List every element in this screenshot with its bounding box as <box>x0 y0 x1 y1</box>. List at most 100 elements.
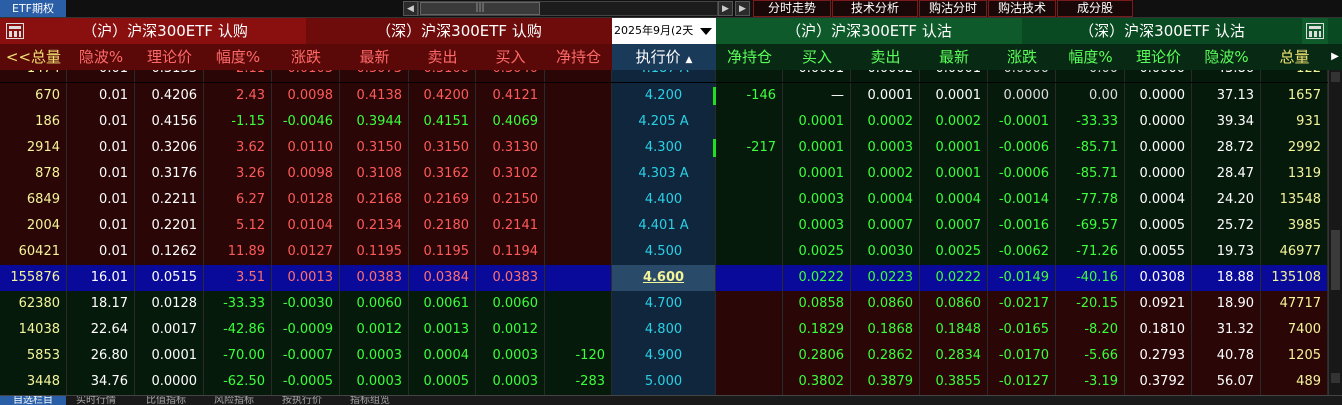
tab-call-put-technical[interactable]: 购沽技术 <box>988 0 1056 17</box>
strike-price[interactable]: 4.700 <box>612 291 716 317</box>
strike-price[interactable]: 4.900 <box>612 343 716 369</box>
tab-call-put-intraday[interactable]: 购沽分时 <box>919 0 987 17</box>
put-header-net-position[interactable]: 净持仓 <box>716 44 783 70</box>
put-change: -0.0170 <box>988 343 1056 369</box>
put-net-position <box>716 343 783 369</box>
put-change-pct: 0.00 <box>1056 70 1125 82</box>
table-row[interactable]: 5853 26.80 0.0001 -70.00 -0.0007 0.0003 0.0004… <box>0 343 1342 369</box>
call-change: 0.0127 <box>272 239 340 265</box>
tab-constituents[interactable]: 成分股 <box>1057 0 1133 17</box>
scroll-right-button[interactable]: ▶ <box>718 1 733 16</box>
put-theo-price: 0.0000 <box>1125 135 1192 161</box>
call-change: 0.0128 <box>272 187 340 213</box>
scroll-down-button[interactable] <box>1331 373 1340 383</box>
call-theo-price: 0.2211 <box>135 187 204 213</box>
put-iv: 18.88 <box>1192 265 1261 291</box>
put-header-last[interactable]: 最新 <box>920 44 988 70</box>
table-row[interactable]: 2914 0.01 0.3206 3.62 0.0110 0.3150 0.3150 0.31… <box>0 135 1342 161</box>
tab-technical-analysis[interactable]: 技术分析 <box>832 0 918 17</box>
call-change: -0.0005 <box>272 369 340 395</box>
strike-price[interactable]: 4.205 A <box>612 109 716 135</box>
table-row[interactable]: 3448 34.76 0.0000 -62.50 -0.0005 0.0003 0.0005… <box>0 369 1342 395</box>
call-theo-price: 0.3206 <box>135 135 204 161</box>
vertical-scrollbar[interactable] <box>1328 70 1342 395</box>
put-header-bid[interactable]: 买入 <box>783 44 851 70</box>
table-row[interactable]: 6849 0.01 0.2211 6.27 0.0128 0.2168 0.2169 0.21… <box>0 187 1342 213</box>
put-iv: 19.73 <box>1192 239 1261 265</box>
put-header-volume[interactable]: 总量 <box>1261 44 1328 70</box>
put-ask: 0.0002 <box>851 70 920 82</box>
table-row[interactable]: 60421 0.01 0.1262 11.89 0.0127 0.1195 0.1195 0.… <box>0 239 1342 265</box>
put-header-change-pct[interactable]: 幅度% <box>1056 44 1125 70</box>
scroll-far-right-button[interactable]: ▶ <box>735 1 750 16</box>
table-row[interactable]: 62380 18.17 0.0128 -33.33 -0.0030 0.0060 0.006… <box>0 291 1342 317</box>
expiry-select[interactable]: 2025年9月(2天 <box>612 18 716 44</box>
put-volume: 3985 <box>1261 213 1328 239</box>
call-bid: 0.0012 <box>476 317 545 343</box>
calculator-icon[interactable] <box>1306 23 1324 39</box>
put-change: -0.0062 <box>988 239 1056 265</box>
table-row[interactable]: 155876 16.01 0.0515 3.51 0.0013 0.0383 0.0384 0… <box>0 265 1342 291</box>
call-ask: 0.0061 <box>409 291 476 317</box>
table-row[interactable]: 186 0.01 0.4156 -1.15 -0.0046 0.3944 0.4151 0.4… <box>0 109 1342 135</box>
call-header-change[interactable]: 涨跌 <box>272 44 340 70</box>
put-volume: 1657 <box>1261 83 1328 109</box>
etf-options-tab[interactable]: ETF期权 <box>0 0 66 17</box>
put-header-theo-price[interactable]: 理论价 <box>1125 44 1192 70</box>
call-header-bid[interactable]: 买入 <box>476 44 545 70</box>
strike-price[interactable]: 4.300 <box>612 135 716 161</box>
strike-price[interactable]: 4.303 A <box>612 161 716 187</box>
put-header-iv[interactable]: 隐波% <box>1192 44 1261 70</box>
strike-price[interactable]: 4.401 A <box>612 213 716 239</box>
call-change-pct: 3.62 <box>204 135 272 161</box>
call-change: -0.0007 <box>272 343 340 369</box>
vertical-scroll-thumb[interactable] <box>1331 230 1340 290</box>
table-row[interactable]: 670 0.01 0.4206 2.43 0.0098 0.4138 0.4200 0.412… <box>0 83 1342 109</box>
call-net-position <box>545 70 612 82</box>
put-header-ask[interactable]: 卖出 <box>851 44 920 70</box>
strike-column-header[interactable]: 执行价 ▲ <box>612 44 716 70</box>
call-theo-price: 0.0017 <box>135 317 204 343</box>
call-volume: 155876 <box>0 265 67 291</box>
put-header-change[interactable]: 涨跌 <box>988 44 1056 70</box>
horizontal-scroll-thumb[interactable]: ||| <box>420 2 540 15</box>
call-net-position <box>545 317 612 343</box>
call-theo-price: 0.4156 <box>135 109 204 135</box>
scroll-up-button[interactable] <box>1331 72 1340 82</box>
put-change: -0.0014 <box>988 187 1056 213</box>
call-header-ask[interactable]: 卖出 <box>409 44 476 70</box>
call-header-last[interactable]: 最新 <box>340 44 409 70</box>
strike-price[interactable]: 4.800 <box>612 317 716 343</box>
strike-price[interactable]: 5.000 <box>612 369 716 395</box>
strike-price[interactable]: 4.200 <box>612 83 716 109</box>
call-bid: 0.4121 <box>476 83 545 109</box>
calculator-icon[interactable] <box>6 23 24 39</box>
put-theo-price: 0.0000 <box>1125 161 1192 187</box>
table-row[interactable]: 878 0.01 0.3176 3.26 0.0098 0.3108 0.3162 0.310… <box>0 161 1342 187</box>
header-filler <box>1328 18 1342 44</box>
strike-price[interactable]: 4.600 <box>612 265 716 291</box>
expiry-select-value: 2025年9月(2天 <box>614 24 694 37</box>
call-volume: 670 <box>0 83 67 109</box>
call-header-net-position[interactable]: 净持仓 <box>545 44 612 70</box>
call-header-change-pct[interactable]: 幅度% <box>204 44 272 70</box>
table-row[interactable]: 14038 22.64 0.0017 -42.86 -0.0009 0.0012 0.001… <box>0 317 1342 343</box>
table-row[interactable]: 14740.010.31332.110.01030.30730.31000.30… <box>0 70 1342 82</box>
call-header-volume[interactable]: <<总量 <box>0 44 67 70</box>
call-last: 0.3108 <box>340 161 409 187</box>
strike-price[interactable]: 4.500 <box>612 239 716 265</box>
tab-intraday-chart[interactable]: 分时走势 <box>753 0 831 17</box>
call-change: -0.0030 <box>272 291 340 317</box>
put-net-position <box>716 239 783 265</box>
scroll-left-button[interactable]: ◀ <box>403 1 418 16</box>
call-header-iv[interactable]: 隐波% <box>67 44 135 70</box>
call-ask: 0.2169 <box>409 187 476 213</box>
call-header-theo-price[interactable]: 理论价 <box>135 44 204 70</box>
strike-price[interactable]: 4.400 <box>612 187 716 213</box>
call-bid: 0.0383 <box>476 265 545 291</box>
call-volume: 6849 <box>0 187 67 213</box>
table-row[interactable]: 2004 0.01 0.2201 5.12 0.0104 0.2134 0.2180 0.21… <box>0 213 1342 239</box>
more-columns-arrow[interactable]: ▶ <box>1328 44 1342 70</box>
strike-price[interactable]: 4.187 A <box>612 70 716 82</box>
put-iv: 18.90 <box>1192 291 1261 317</box>
